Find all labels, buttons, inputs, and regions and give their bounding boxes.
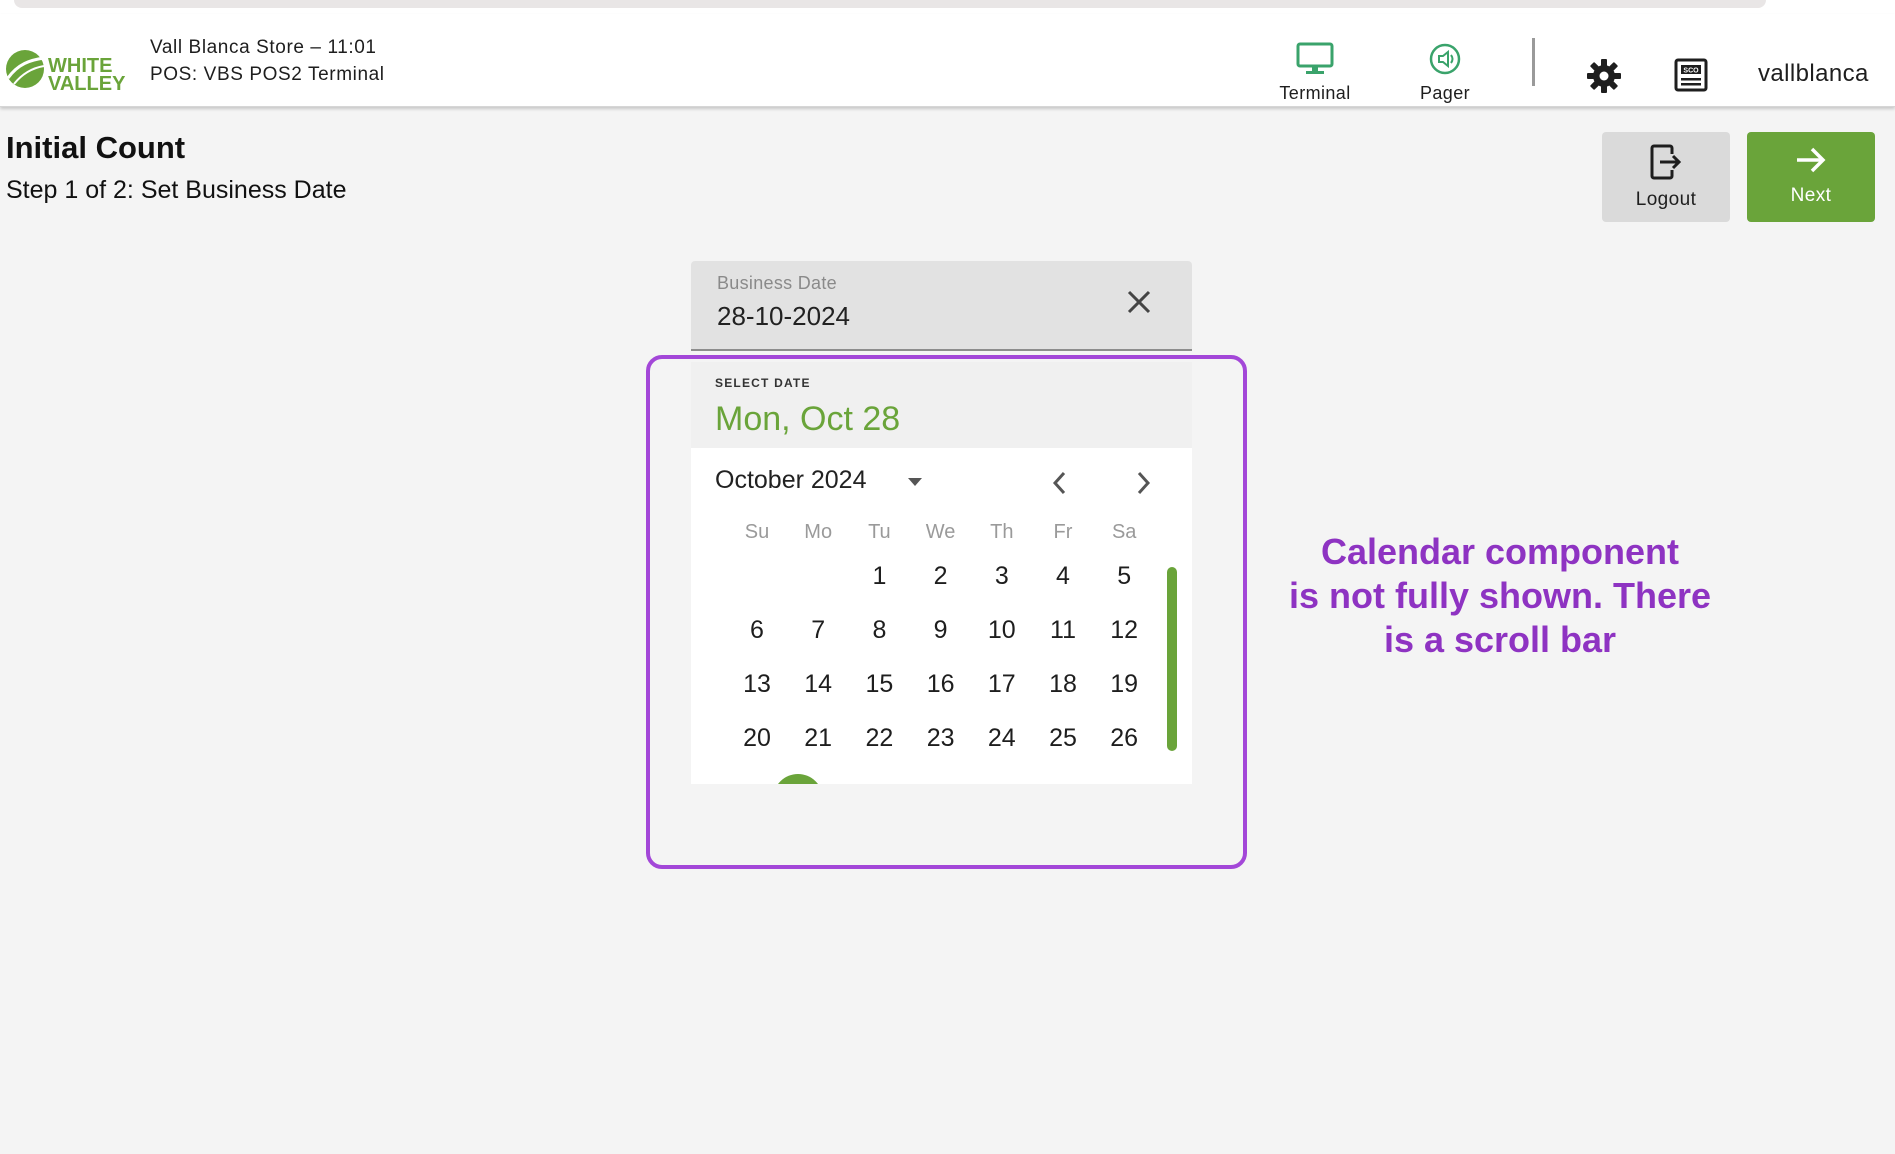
store-info: Vall Blanca Store – 11:01 POS: VBS POS2 … — [150, 34, 385, 88]
monitor-icon — [1296, 42, 1334, 74]
browser-chrome — [0, 0, 1895, 14]
nav-terminal[interactable]: Terminal — [1260, 42, 1370, 104]
sco-icon[interactable]: SCO — [1674, 58, 1708, 92]
gear-icon[interactable] — [1586, 58, 1622, 94]
logo-leaf-icon — [6, 50, 45, 88]
arrow-right-icon — [1797, 147, 1826, 173]
page-title: Initial Count — [6, 130, 186, 165]
logout-label: Logout — [1635, 189, 1697, 210]
business-date-label: Business Date — [717, 273, 837, 293]
page-subtitle: Step 1 of 2: Set Business Date — [6, 176, 347, 204]
business-date-field[interactable]: Business Date 28-10-2024 — [691, 261, 1192, 351]
pager-icon — [1429, 43, 1461, 75]
top-bar: WHITE VALLEY Vall Blanca Store – 11:01 P… — [0, 14, 1895, 107]
store-name-time: Vall Blanca Store – 11:01 — [150, 37, 377, 58]
annotation-highlight-box — [646, 355, 1247, 869]
username-label: vallblanca — [1758, 60, 1869, 87]
nav-terminal-label: Terminal — [1279, 83, 1351, 103]
browser-address-bar — [14, 0, 1766, 8]
next-button[interactable]: Next — [1747, 132, 1875, 222]
logout-icon — [1650, 144, 1682, 180]
sco-icon-label: SCO — [1683, 68, 1699, 75]
white-valley-logo: WHITE VALLEY — [4, 38, 130, 96]
annotation-line: is not fully shown. There — [1288, 575, 1712, 616]
nav-pager-label: Pager — [1419, 83, 1471, 103]
annotation-line: Calendar component — [1320, 531, 1680, 572]
annotation-text: Calendar component is not fully shown. T… — [1270, 530, 1730, 662]
next-label: Next — [1790, 185, 1832, 206]
annotation-line: is a scroll bar — [1383, 619, 1617, 660]
logo-word-valley: VALLEY — [48, 73, 126, 95]
nav-pager[interactable]: Pager — [1390, 42, 1500, 104]
close-icon[interactable] — [1124, 287, 1154, 317]
business-date-value[interactable]: 28-10-2024 — [717, 301, 850, 332]
logout-button[interactable]: Logout — [1602, 132, 1730, 222]
topbar-divider — [1532, 38, 1535, 86]
pos-terminal-name: POS: VBS POS2 Terminal — [150, 64, 385, 85]
